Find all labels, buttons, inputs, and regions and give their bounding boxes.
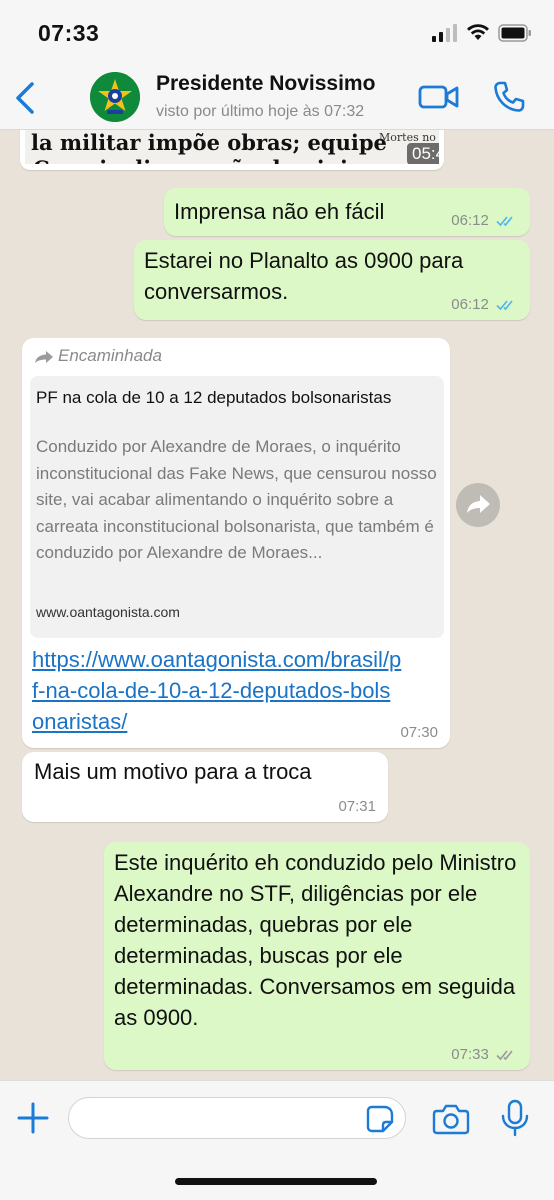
message-meta: 06:12	[451, 296, 518, 313]
wifi-icon	[467, 24, 489, 40]
message-text: Este inquérito eh conduzido pelo Ministr…	[114, 850, 517, 1030]
thumbnail-headline-2: Correio dispensção dominio	[33, 156, 362, 164]
last-seen-status: visto por último hoje às 07:32	[156, 103, 365, 120]
message-time: 07:30	[400, 724, 438, 741]
camera-icon[interactable]	[432, 1103, 470, 1135]
share-button[interactable]	[456, 483, 500, 527]
chat-messages: la militar impõe obras; equipe Correio d…	[0, 130, 554, 1080]
link-preview-description: Conduzido por Alexandre de Moraes, o inq…	[36, 437, 437, 562]
video-thumbnail[interactable]: la militar impõe obras; equipe Correio d…	[25, 130, 439, 164]
phone-icon[interactable]	[492, 80, 526, 114]
signal-icon	[432, 24, 457, 42]
read-ticks-icon	[496, 216, 513, 227]
thumbnail-headline: la militar impõe obras; equipe	[31, 130, 387, 155]
link-preview-domain: www.oantagonista.com	[36, 604, 180, 620]
message-time: 07:33	[451, 1046, 489, 1063]
sticker-icon[interactable]	[366, 1105, 394, 1133]
microphone-icon[interactable]	[500, 1099, 530, 1137]
delivered-ticks-icon	[496, 1050, 513, 1061]
video-call-icon[interactable]	[418, 82, 460, 112]
video-duration: 05:48	[407, 143, 439, 164]
forward-arrow-icon	[35, 350, 53, 363]
outgoing-message[interactable]: Este inquérito eh conduzido pelo Ministr…	[104, 842, 530, 1070]
message-meta: 07:33	[451, 1046, 518, 1063]
share-icon	[467, 495, 490, 513]
forwarded-label: Encaminhada	[34, 346, 162, 366]
coat-of-arms-icon	[90, 72, 140, 122]
outgoing-message[interactable]: Imprensa não eh fácil 06:12	[164, 188, 530, 236]
message-text: Mais um motivo para a troca	[34, 759, 312, 784]
video-message[interactable]: la militar impõe obras; equipe Correio d…	[20, 130, 444, 170]
message-time: 06:12	[451, 212, 489, 229]
forwarded-label-text: Encaminhada	[58, 346, 162, 365]
incoming-message[interactable]: Mais um motivo para a troca 07:31	[22, 752, 388, 822]
link-preview[interactable]: PF na cola de 10 a 12 deputados bolsonar…	[30, 376, 444, 638]
outgoing-message[interactable]: Estarei no Planalto as 0900 para convers…	[134, 240, 530, 320]
status-time: 07:33	[38, 20, 100, 46]
status-bar: 07:33	[0, 0, 554, 68]
contact-name[interactable]: Presidente Novissimo	[156, 72, 408, 96]
chat-header: Presidente Novissimo visto por último ho…	[0, 68, 554, 130]
message-time: 06:12	[451, 296, 489, 313]
message-meta: 06:12	[451, 212, 518, 229]
message-text: Imprensa não eh fácil	[174, 199, 385, 224]
back-chevron-icon[interactable]	[8, 78, 42, 118]
message-input[interactable]	[68, 1097, 406, 1139]
message-link[interactable]: https://www.oantagonista.com/brasil/pf-n…	[32, 644, 402, 737]
battery-icon	[498, 24, 531, 42]
home-indicator	[175, 1178, 377, 1185]
read-ticks-icon	[496, 300, 513, 311]
link-preview-title: PF na cola de 10 a 12 deputados bolsonar…	[36, 388, 392, 407]
message-time: 07:31	[338, 798, 376, 815]
contact-avatar[interactable]	[90, 72, 140, 122]
plus-icon[interactable]	[16, 1101, 50, 1135]
incoming-forwarded-message[interactable]: Encaminhada PF na cola de 10 a 12 deputa…	[22, 338, 450, 748]
